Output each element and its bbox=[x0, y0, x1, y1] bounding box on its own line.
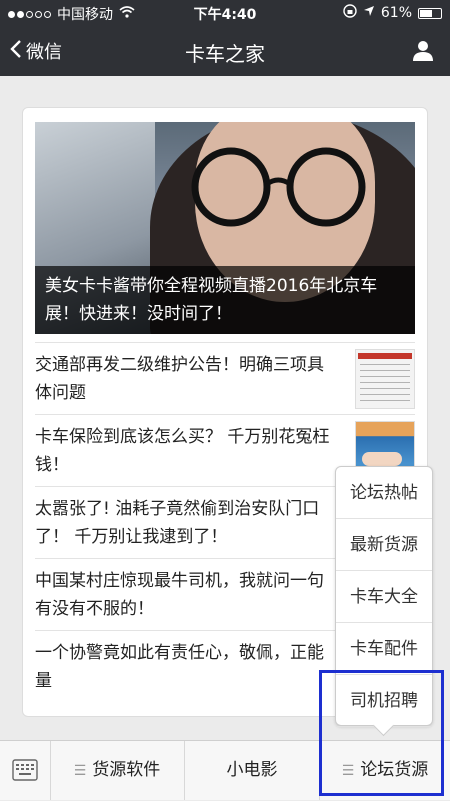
article-title: 卡车保险到底该怎么买？ 千万别花冤枉钱！ bbox=[35, 427, 330, 475]
rotation-lock-icon bbox=[343, 4, 357, 22]
hero-caption: 美女卡卡酱带你全程视频直播2016年北京车展！快进来！没时间了！ bbox=[35, 266, 415, 334]
article-thumbnail bbox=[355, 349, 415, 409]
location-arrow-icon bbox=[363, 5, 375, 21]
tab-forum-cargo[interactable]: ☰ 论坛货源 bbox=[320, 741, 450, 800]
menu-item-latest-cargo[interactable]: 最新货源 bbox=[336, 519, 432, 571]
user-icon bbox=[412, 41, 434, 65]
article-title: 中国某村庄惊现最牛司机，我就问一句有没有不服的！ bbox=[35, 571, 324, 619]
page-title: 卡车之家 bbox=[185, 42, 265, 66]
tab-cargo-software[interactable]: ☰ 货源软件 bbox=[50, 741, 185, 800]
hero-article[interactable]: 美女卡卡酱带你全程视频直播2016年北京车展！快进来！没时间了！ bbox=[35, 122, 415, 334]
tab-label: 论坛货源 bbox=[360, 760, 429, 780]
article-title: 太嚣张了! 油耗子竟然偷到治安队门口了！ 千万别让我逮到了！ bbox=[35, 499, 320, 547]
bottom-menu-bar: ☰ 货源软件 小电影 ☰ 论坛货源 bbox=[0, 740, 450, 800]
menu-item-truck-parts[interactable]: 卡车配件 bbox=[336, 623, 432, 675]
keyboard-toggle-button[interactable] bbox=[0, 741, 51, 800]
profile-button[interactable] bbox=[412, 39, 434, 65]
article-title: 一个协警竟如此有责任心，敬佩，正能量 bbox=[35, 643, 324, 691]
battery-icon bbox=[418, 7, 442, 19]
tab-label: 货源软件 bbox=[92, 760, 161, 780]
hero-image-glasses bbox=[181, 142, 381, 236]
article-item[interactable]: 交通部再发二级维护公告！明确三项具体问题 bbox=[35, 342, 415, 414]
nav-bar: 微信 卡车之家 bbox=[0, 26, 450, 76]
article-title: 交通部再发二级维护公告！明确三项具体问题 bbox=[35, 355, 324, 403]
menu-item-hot-posts[interactable]: 论坛热帖 bbox=[336, 467, 432, 519]
tab-label: 小电影 bbox=[226, 760, 278, 780]
status-right: 61% bbox=[343, 4, 442, 22]
tab-short-videos[interactable]: 小电影 bbox=[185, 741, 320, 800]
status-bar: 中国移动 下午4:40 61% bbox=[0, 0, 450, 26]
battery-percent: 61% bbox=[380, 5, 412, 21]
menu-item-truck-catalog[interactable]: 卡车大全 bbox=[336, 571, 432, 623]
menu-icon: ☰ bbox=[341, 763, 355, 779]
forum-submenu: 论坛热帖 最新货源 卡车大全 卡车配件 司机招聘 bbox=[335, 466, 433, 737]
menu-icon: ☰ bbox=[73, 763, 87, 779]
